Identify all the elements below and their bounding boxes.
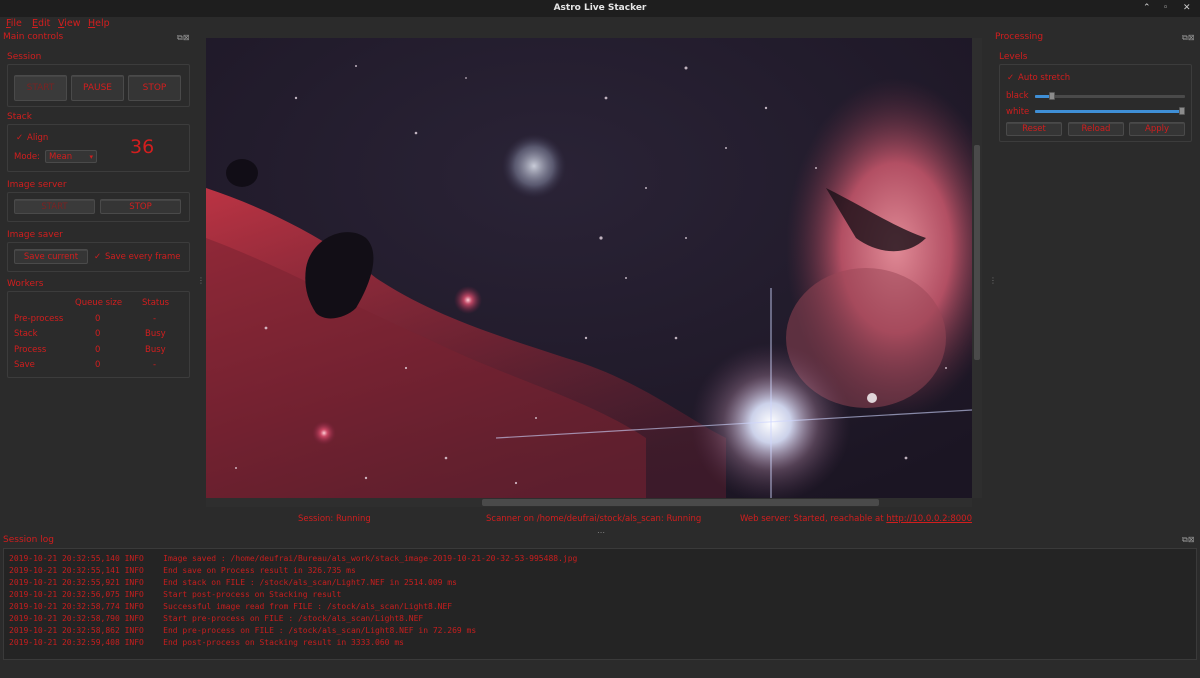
session-pause-button[interactable]: PAUSE (71, 75, 124, 101)
menu-edit[interactable]: Edit (32, 18, 50, 29)
stack-counter: 36 (130, 136, 155, 158)
menu-bar: File Edit View Help (0, 17, 1200, 31)
close-icon[interactable]: ✕ (1183, 2, 1191, 15)
white-label: white (1006, 107, 1030, 117)
log-line: 2019-10-21 20:32:56,075 INFO Start post-… (9, 590, 342, 599)
save-every-checkbox[interactable]: ✓ (94, 252, 101, 262)
menu-help-rest: elp (95, 18, 110, 29)
mode-select-value: Mean (49, 152, 73, 162)
maximize-icon[interactable]: ◦ (1163, 2, 1168, 15)
session-log-view[interactable]: 2019-10-21 20:32:55,140 INFO Image saved… (3, 548, 1197, 660)
session-status: Session: Running (298, 514, 371, 524)
session-log-dock-buttons[interactable]: ⧉⊠ (1182, 535, 1194, 545)
menu-view[interactable]: View (58, 18, 81, 29)
viewer-vertical-scroll-thumb[interactable] (974, 145, 980, 360)
image-server-group-title: Image server (7, 180, 67, 190)
stack-group (7, 124, 190, 172)
mode-label: Mode: (14, 152, 41, 162)
black-slider-track[interactable] (1035, 95, 1185, 98)
close-dock-icon[interactable]: ⊠ (1188, 33, 1195, 42)
log-line: 2019-10-21 20:32:58,790 INFO Start pre-p… (9, 614, 424, 623)
white-slider-handle[interactable] (1179, 107, 1185, 115)
image-saver-group-title: Image saver (7, 230, 63, 240)
astro-image (206, 38, 972, 498)
minimize-icon[interactable]: ⌃ (1143, 2, 1151, 15)
levels-reset-button[interactable]: Reset (1006, 122, 1062, 136)
session-group-title: Session (7, 52, 42, 62)
worker-row-status: - (153, 314, 157, 324)
menu-file[interactable]: File (6, 18, 22, 29)
log-line: 2019-10-21 20:32:58,774 INFO Successful … (9, 602, 453, 611)
viewer-horizontal-scroll-thumb[interactable] (482, 499, 879, 506)
mode-select[interactable]: Mean ▾ (45, 150, 97, 163)
image-server-stop-button[interactable]: STOP (100, 199, 181, 214)
chevron-down-icon: ▾ (89, 153, 93, 161)
worker-row-queue: 0 (95, 329, 101, 339)
log-line: 2019-10-21 20:32:59,408 INFO End post-pr… (9, 638, 404, 647)
black-label: black (1006, 91, 1029, 101)
main-controls-dock-buttons[interactable]: ⧉⊠ (177, 33, 189, 43)
worker-row-name: Save (14, 360, 35, 370)
black-slider-handle[interactable] (1049, 92, 1055, 100)
auto-stretch-checkbox[interactable]: ✓ (1007, 73, 1014, 83)
log-line: 2019-10-21 20:32:58,862 INFO End pre-pro… (9, 626, 477, 635)
worker-row-name: Pre-process (14, 314, 64, 324)
stacked-image-viewer[interactable] (206, 38, 972, 498)
log-line: 2019-10-21 20:32:55,141 INFO End save on… (9, 566, 356, 575)
worker-row-status: - (153, 360, 157, 370)
web-server-link[interactable]: http://10.0.0.2:8000 (886, 514, 972, 524)
worker-row-queue: 0 (95, 345, 101, 355)
web-server-status: Web server: Started, reachable at http:/… (740, 514, 972, 524)
worker-row-status: Busy (145, 345, 166, 355)
processing-dock-buttons[interactable]: ⧉⊠ (1182, 33, 1194, 43)
align-checkbox[interactable]: ✓ (16, 133, 23, 143)
session-start-button[interactable]: START (14, 75, 67, 101)
worker-row-name: Stack (14, 329, 38, 339)
worker-row-status: Busy (145, 329, 166, 339)
right-splitter-handle[interactable]: ⋮ (989, 276, 997, 285)
menu-view-rest: iew (64, 18, 81, 29)
workers-col-queue: Queue size (75, 298, 123, 308)
worker-row-queue: 0 (95, 360, 101, 370)
log-line: 2019-10-21 20:32:55,921 INFO End stack o… (9, 578, 457, 587)
worker-row-queue: 0 (95, 314, 101, 324)
left-splitter-handle[interactable]: ⋮ (197, 276, 205, 285)
auto-stretch-label: Auto stretch (1018, 73, 1071, 83)
web-server-status-text: Web server: Started, reachable at (740, 514, 887, 524)
levels-group-title: Levels (999, 52, 1028, 62)
image-server-start-button[interactable]: START (14, 199, 95, 214)
processing-title: Processing (995, 32, 1044, 42)
save-every-label: Save every frame (105, 252, 181, 262)
window-title: Astro Live Stacker (553, 3, 647, 13)
workers-col-status: Status (142, 298, 170, 308)
white-slider-fill (1035, 110, 1185, 113)
menu-file-rest: ile (10, 18, 22, 29)
log-line: 2019-10-21 20:32:55,140 INFO Image saved… (9, 554, 578, 563)
stack-group-title: Stack (7, 112, 32, 122)
close-dock-icon[interactable]: ⊠ (183, 33, 190, 42)
levels-apply-button[interactable]: Apply (1129, 122, 1185, 136)
main-controls-title: Main controls (3, 32, 64, 42)
black-slider-fill (1035, 95, 1050, 98)
save-current-button[interactable]: Save current (14, 249, 88, 264)
window-titlebar: Astro Live Stacker (0, 0, 1200, 17)
session-stop-button[interactable]: STOP (128, 75, 181, 101)
session-log-title: Session log (3, 535, 54, 545)
worker-row-name: Process (14, 345, 47, 355)
menu-edit-rest: dit (38, 18, 51, 29)
scanner-status: Scanner on /home/deufrai/stock/als_scan:… (486, 514, 702, 524)
workers-group-title: Workers (7, 279, 44, 289)
bottom-splitter-handle[interactable]: ⋯ (597, 528, 605, 537)
menu-help[interactable]: Help (88, 18, 110, 29)
levels-reload-button[interactable]: Reload (1068, 122, 1124, 136)
align-label: Align (27, 133, 49, 143)
close-dock-icon[interactable]: ⊠ (1188, 535, 1195, 544)
